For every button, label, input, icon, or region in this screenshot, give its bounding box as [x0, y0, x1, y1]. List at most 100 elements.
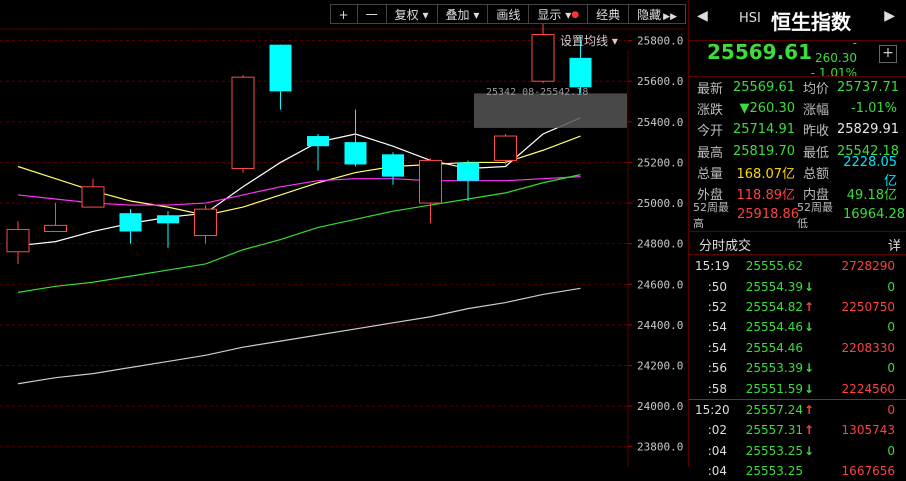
double-arrow-icon: ▶▶	[663, 12, 677, 22]
tick-volume: 0	[887, 443, 895, 458]
tick-volume: 2208330	[841, 340, 895, 355]
down-arrow-icon: ↓	[803, 381, 815, 396]
stat-label: 52周最高	[693, 200, 729, 230]
ma-line-ma250	[17, 287, 581, 385]
down-arrow-icon: ↓	[803, 279, 815, 294]
candle-body	[231, 76, 255, 170]
tick-price: 25554.39	[745, 279, 803, 294]
price-change: - 260.30 - 1.01%	[807, 36, 857, 81]
hide-button[interactable]: 隐藏 ▶▶	[629, 4, 686, 24]
stat-row: 今开 25714.91 昨收 25829.91	[689, 119, 906, 140]
up-arrow-icon: ↑	[803, 402, 815, 417]
candle-body	[307, 136, 329, 147]
tick-volume: 2250750	[841, 299, 895, 314]
ticks-title: 分时成交	[699, 239, 752, 254]
stat-value: -1.01%	[851, 101, 897, 117]
y-tick-label: 25200.0	[637, 156, 683, 169]
candle-body	[194, 208, 217, 237]
y-tick-label: 24600.0	[637, 278, 683, 291]
tick-time: :56	[707, 361, 727, 376]
tick-row: :50 25554.39 ↓ 0	[689, 276, 906, 296]
classic-button[interactable]: 经典	[588, 4, 630, 24]
stat-row: 总量 168.07亿 总额 2228.05亿	[689, 155, 906, 189]
chevron-down-icon: ▾	[473, 8, 480, 22]
tick-time: :02	[707, 423, 727, 438]
y-tick-label: 24400.0	[637, 319, 683, 332]
change-value: - 260.30	[815, 36, 857, 65]
chevron-down-icon: ▾	[422, 8, 429, 22]
previous-arrow-icon[interactable]: ◀	[697, 8, 708, 24]
index-code: HSI	[739, 11, 761, 26]
ma-setting-dropdown[interactable]: 设置均线 ▾	[560, 32, 618, 49]
down-arrow-icon: ↓	[803, 320, 815, 335]
stat-label: 最新	[697, 82, 724, 98]
candle-body	[531, 34, 555, 82]
display-label: 显示	[537, 8, 562, 22]
candle-body	[81, 186, 105, 208]
range-highlight	[474, 93, 627, 128]
stat-row: 52周最高 25918.86 52周最低 16964.28	[689, 201, 906, 230]
stat-value: ▼260.30	[739, 101, 796, 117]
stat-label: 涨幅	[803, 103, 830, 119]
quote-stats-table: 最新 25569.61 均价 25737.71 涨跌 ▼260.30 涨幅 -1.01% 今开 2…	[689, 76, 906, 230]
y-tick-label: 24200.0	[637, 359, 683, 372]
next-arrow-icon[interactable]: ▶	[884, 8, 895, 24]
tick-time: 15:20	[695, 402, 730, 417]
down-arrow-icon: ↓	[803, 361, 815, 376]
stat-label: 昨收	[803, 124, 830, 140]
stat-label: 总量	[697, 166, 724, 182]
quote-header: ◀ HSI 恒生指数 ▶	[689, 0, 906, 41]
display-dropdown[interactable]: 显示 ▾●	[529, 4, 589, 24]
tick-price: 25551.59	[745, 381, 803, 396]
candle-body	[157, 215, 179, 224]
candle-body	[419, 159, 442, 204]
quote-panel: ◀ HSI 恒生指数 ▶ 25569.61 - 260.30 - 1.01% +…	[688, 0, 906, 478]
stat-row: 最新 25569.61 均价 25737.71	[689, 77, 906, 98]
stat-label: 总额	[803, 166, 830, 182]
stat-label: 最低	[803, 145, 830, 161]
tick-price: 25557.24	[745, 402, 803, 417]
up-arrow-icon: ↑	[803, 299, 815, 314]
candle-body	[269, 44, 292, 92]
notification-dot-icon: ●	[571, 10, 580, 20]
tick-time: :04	[707, 464, 727, 479]
tick-time: :58	[707, 381, 727, 396]
tick-row: :58 25551.59 ↓ 2224560	[689, 378, 906, 398]
y-tick-label: 25000.0	[637, 197, 683, 210]
y-tick-label: 24000.0	[637, 400, 683, 413]
overlay-label: 叠加	[445, 8, 470, 22]
stat-value: 168.07亿	[736, 166, 796, 182]
overlay-dropdown[interactable]: 叠加 ▾	[437, 4, 489, 24]
zoom-out-button[interactable]: 一	[357, 4, 387, 24]
tick-price: 25557.31	[745, 423, 803, 438]
adjust-dropdown[interactable]: 复权 ▾	[386, 4, 438, 24]
stat-value: 25819.70	[732, 143, 795, 159]
up-arrow-icon: ↑	[803, 423, 815, 438]
ticks-list[interactable]: 15:19 25555.62 2728290:50 25554.39 ↓ 0:52 2555…	[689, 256, 906, 481]
tick-time: :54	[707, 340, 727, 355]
stat-label: 均价	[803, 82, 830, 98]
tick-volume: 2224560	[841, 381, 895, 396]
tick-row: :52 25554.82 ↑ 2250750	[689, 297, 906, 317]
stat-row: 涨跌 ▼260.30 涨幅 -1.01%	[689, 98, 906, 119]
tick-price: 25553.39	[745, 361, 803, 376]
kline-chart[interactable]: 25800.0 25600.0 25400.0 25200.0 25000.0 24800…	[0, 0, 686, 467]
y-tick-label: 25800.0	[637, 35, 683, 48]
tick-row: :04 25553.25 ↓ 0	[689, 441, 906, 461]
stat-value: 49.18亿	[846, 188, 897, 204]
ticks-detail-button[interactable]: 详	[888, 235, 901, 254]
tick-row: :04 25553.25 1667656	[689, 461, 906, 481]
stat-value: 25829.91	[837, 122, 900, 138]
tick-price: 25554.82	[745, 299, 803, 314]
zoom-in-button[interactable]: +	[329, 4, 358, 24]
last-price: 25569.61	[707, 40, 813, 64]
stat-value: 25714.91	[732, 122, 795, 138]
add-watchlist-button[interactable]: +	[879, 45, 897, 63]
draw-line-button[interactable]: 画线	[488, 4, 530, 24]
chart-toolbar: + 一 复权 ▾ 叠加 ▾ 画线 显示 ▾● 经典 隐藏 ▶▶	[329, 4, 686, 26]
adjust-label: 复权	[394, 8, 419, 22]
tick-time: :04	[707, 443, 727, 458]
stat-label: 涨跌	[697, 103, 724, 119]
kline-chart-area[interactable]: 25800.0 25600.0 25400.0 25200.0 25000.0 24800…	[0, 0, 686, 467]
stat-value: 16964.28	[843, 207, 906, 223]
